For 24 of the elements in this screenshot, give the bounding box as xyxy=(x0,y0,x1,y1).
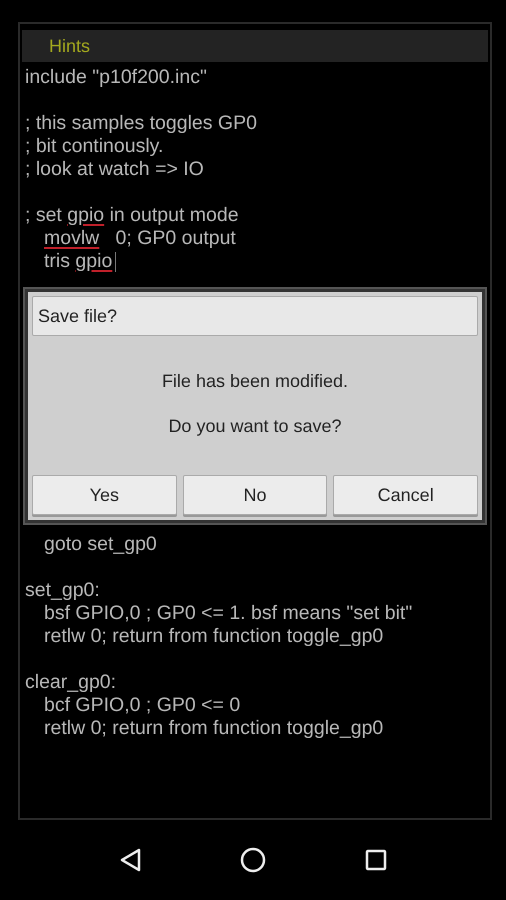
code-line: retlw 0; return from function toggle_gp0 xyxy=(43,625,384,648)
dialog-message: File has been modified. xyxy=(162,371,348,392)
dialog-button[interactable]: Cancel xyxy=(333,475,478,515)
code-line: ; look at watch => IO xyxy=(25,158,205,181)
code-line: clear_gp0: xyxy=(25,671,118,694)
dialog-button[interactable]: No xyxy=(182,475,328,515)
code-line: bcf GPIO,0 ; GP0 <= 0 xyxy=(43,694,242,717)
code-line: include "p10f200.inc" xyxy=(25,66,208,89)
code-line: goto set_gp0 xyxy=(43,533,158,556)
code-line: ; bit continously. xyxy=(25,135,164,158)
code-line: retlw 0; return from function toggle_gp0 xyxy=(43,717,384,740)
hints-bar[interactable]: Hints xyxy=(22,30,488,62)
code-line: ; set gpio in output mode xyxy=(25,204,240,227)
recents-icon[interactable] xyxy=(364,849,387,871)
back-icon[interactable] xyxy=(119,848,142,872)
code-line: movlw 0; GP0 output xyxy=(43,227,237,250)
dialog-title: Save file? xyxy=(32,296,478,336)
code-line: set_gp0: xyxy=(25,579,101,602)
dialog-message: Do you want to save? xyxy=(168,416,342,437)
code-line: bsf GPIO,0 ; GP0 <= 1. bsf means "set bit" xyxy=(43,602,414,625)
home-icon[interactable] xyxy=(240,847,266,873)
code-line: ; this samples toggles GP0 xyxy=(25,112,258,135)
code-line: tris gpio xyxy=(25,250,490,273)
dialog-button[interactable]: Yes xyxy=(32,475,177,515)
